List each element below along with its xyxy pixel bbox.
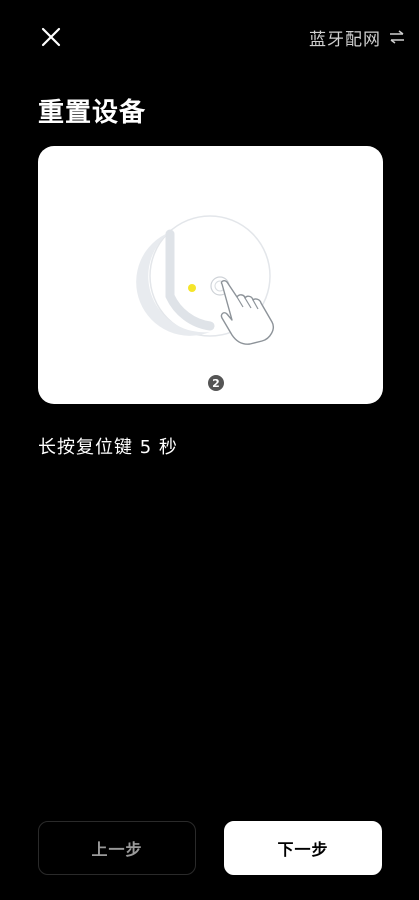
swap-arrows-icon [390, 30, 404, 44]
previous-step-button[interactable]: 上一步 [38, 821, 196, 875]
top-bar: 蓝牙配网 [0, 0, 419, 72]
instruction-text: 长按复位键 5 秒 [38, 437, 178, 458]
close-icon [41, 27, 61, 47]
step-badge: 2 [208, 375, 224, 391]
next-step-button[interactable]: 下一步 [224, 821, 382, 875]
mode-switch-label: 蓝牙配网 [309, 29, 381, 50]
device-reset-illustration [136, 215, 274, 345]
bluetooth-mode-switch[interactable]: 蓝牙配网 [309, 24, 405, 50]
indicator-light [188, 284, 196, 292]
close-button[interactable] [36, 22, 66, 52]
page-title: 重置设备 [38, 98, 147, 128]
reset-illustration-card: 2 [38, 146, 383, 404]
